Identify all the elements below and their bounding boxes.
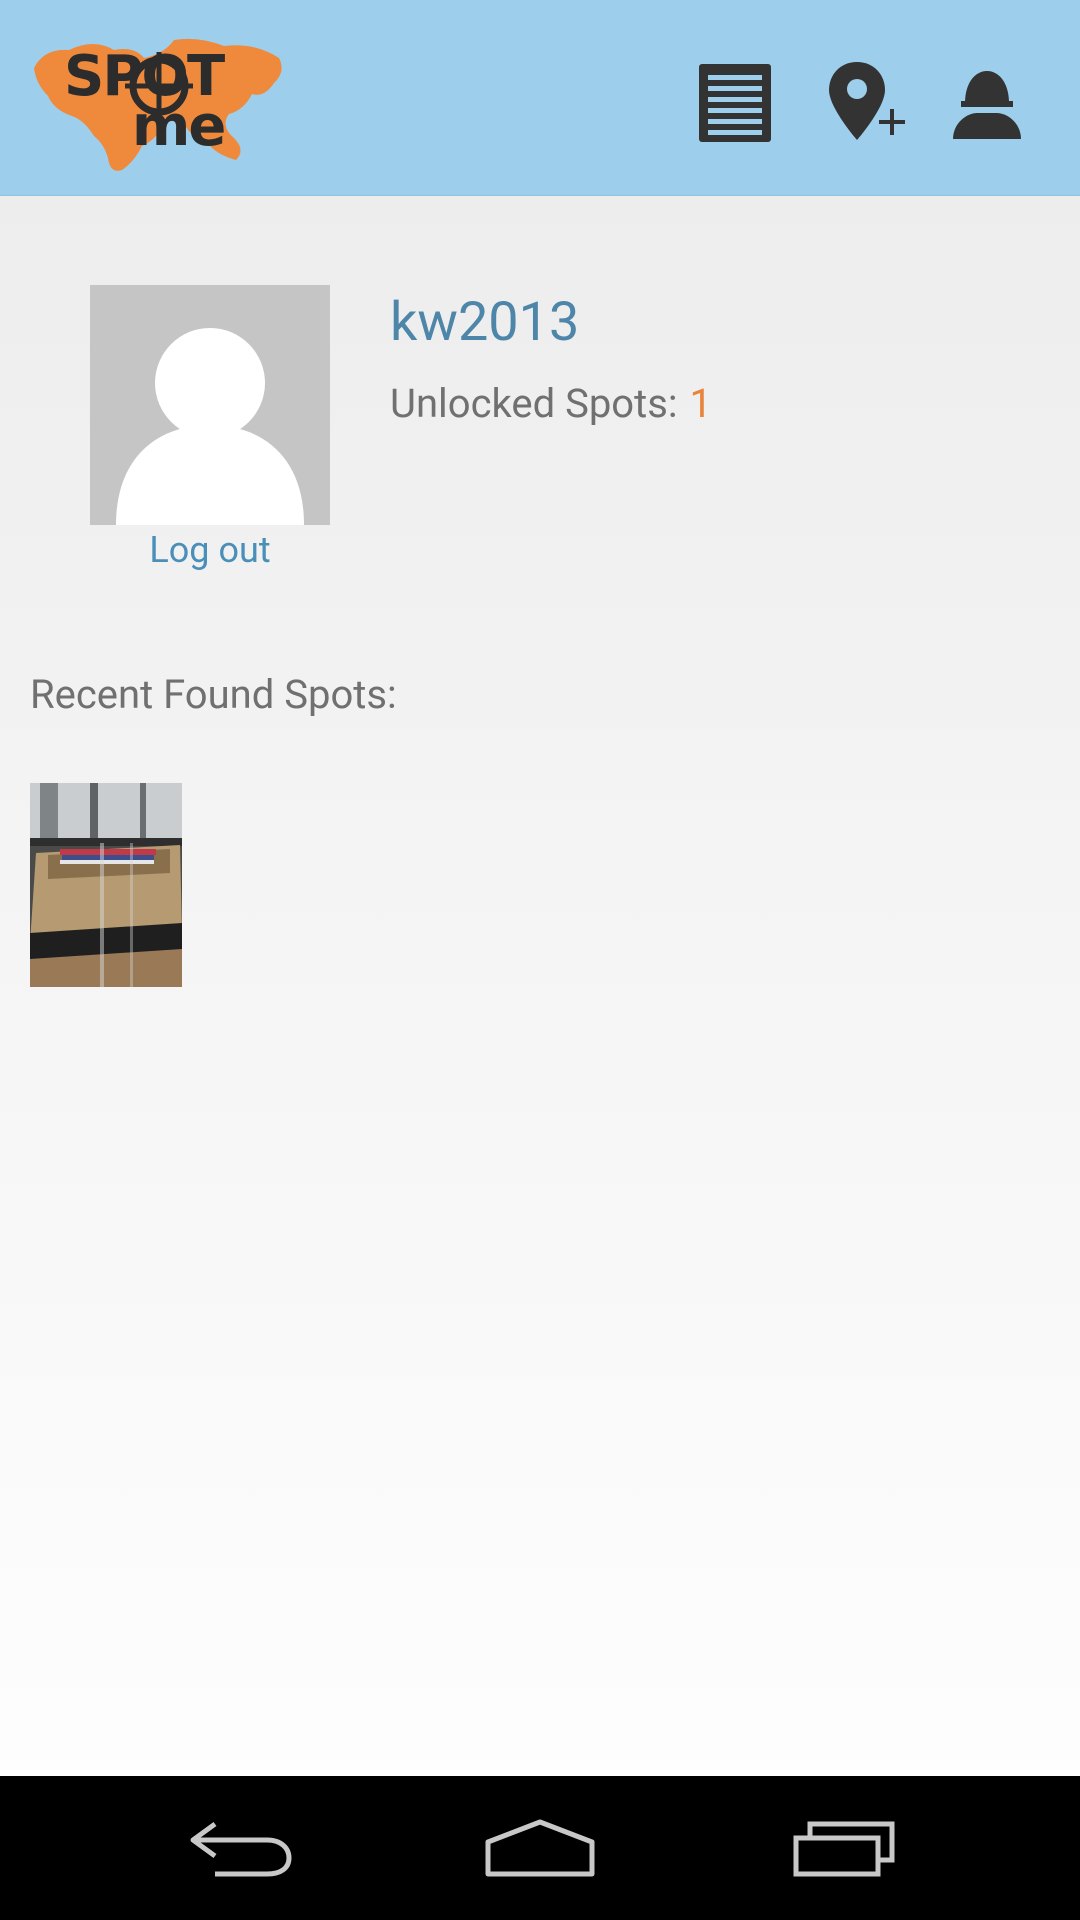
unlocked-spots-count: 1 <box>689 380 713 427</box>
avatar <box>90 285 330 525</box>
home-icon[interactable] <box>470 1803 610 1893</box>
logo-wordmark: SPOT me <box>64 49 226 159</box>
default-avatar-icon <box>116 328 304 525</box>
username: kw2013 <box>390 291 580 354</box>
unlocked-spots: Unlocked Spots: 1 <box>390 378 712 430</box>
profile-icon[interactable] <box>942 58 1032 148</box>
add-location-icon[interactable] <box>822 58 912 148</box>
recent-spots-title: Recent Found Spots: <box>30 671 397 718</box>
back-icon[interactable] <box>170 1803 310 1893</box>
app-bar: SPOT me <box>0 0 1080 196</box>
list-icon[interactable] <box>690 58 780 148</box>
logout-link[interactable]: Log out <box>90 525 330 575</box>
recents-icon[interactable] <box>774 1803 914 1893</box>
spot-thumbnail[interactable] <box>30 783 182 987</box>
system-nav-bar <box>0 1776 1080 1920</box>
spotme-logo[interactable]: SPOT me <box>24 28 294 178</box>
logo-line2: me <box>132 94 226 159</box>
unlocked-spots-label: Unlocked Spots: <box>390 380 678 427</box>
spot-photo-icon <box>30 783 182 987</box>
